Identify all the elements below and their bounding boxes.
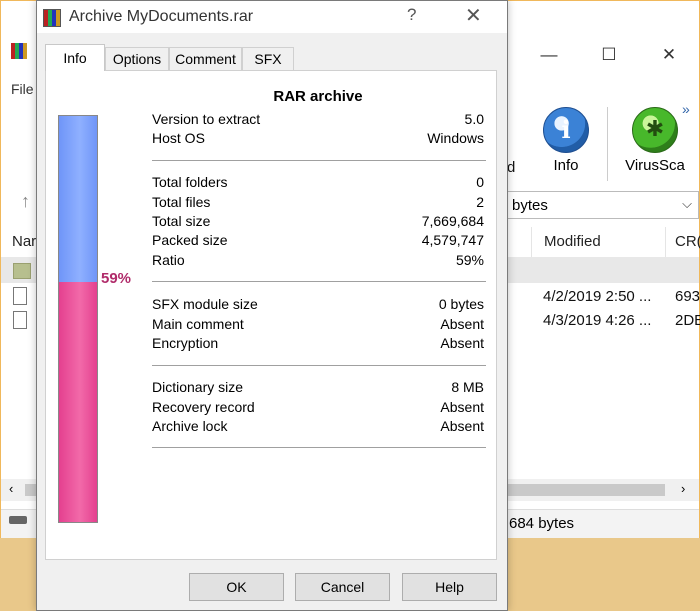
drive-icon	[9, 516, 27, 524]
uncompressed-portion	[59, 116, 97, 282]
close-button[interactable]: ✕	[649, 41, 689, 69]
prop-ratio: Ratio 59%	[152, 252, 484, 272]
address-dropdown[interactable]: bytes ⌵	[507, 191, 699, 219]
prop-value: 0 bytes	[439, 296, 484, 312]
help-button[interactable]: Help	[402, 573, 497, 601]
minimize-button[interactable]: —	[529, 41, 569, 69]
toolbar-info-label: Info	[539, 157, 593, 174]
toolbar-virusscan-label: VirusSca	[617, 157, 693, 174]
row-1-crc[interactable]: 693	[675, 288, 700, 305]
dialog-titlebar[interactable]: Archive MyDocuments.rar ? ✕	[37, 1, 507, 33]
prop-value: 5.0	[465, 111, 484, 127]
prop-dictionary-size: Dictionary size 8 MB	[152, 379, 484, 399]
compression-ratio-bar	[58, 115, 98, 523]
prop-total-files: Total files 2	[152, 194, 484, 214]
prop-key: Recovery record	[152, 399, 255, 415]
ok-button[interactable]: OK	[189, 573, 284, 601]
prop-value: Windows	[427, 130, 484, 146]
menu-file[interactable]: File	[11, 81, 34, 97]
prop-key: Total files	[152, 194, 210, 210]
status-text: 684 bytes	[509, 515, 574, 532]
row-2-crc[interactable]: 2DE	[675, 312, 700, 329]
chevron-down-icon[interactable]: ⌵	[682, 196, 692, 212]
tab-comment[interactable]: Comment	[169, 47, 242, 70]
prop-key: Total size	[152, 213, 210, 229]
prop-key: Total folders	[152, 174, 227, 190]
scroll-right-icon[interactable]: ›	[681, 481, 685, 496]
prop-value: Absent	[440, 399, 484, 415]
prop-key: Host OS	[152, 130, 205, 146]
divider	[152, 281, 486, 282]
column-divider[interactable]	[531, 227, 532, 257]
toolbar-info-button[interactable]: i Info	[539, 107, 593, 174]
divider	[152, 365, 486, 366]
archive-info-dialog: Archive MyDocuments.rar ? ✕ Info Options…	[36, 0, 508, 611]
prop-host-os: Host OS Windows	[152, 130, 484, 150]
prop-value: 59%	[456, 252, 484, 268]
divider	[152, 160, 486, 161]
toolbar-partial-label[interactable]: d	[507, 159, 515, 176]
scroll-left-icon[interactable]: ‹	[9, 481, 13, 496]
prop-value: 4,579,747	[422, 232, 484, 248]
file-icon	[13, 287, 27, 305]
toolbar-separator	[607, 107, 608, 181]
column-divider[interactable]	[665, 227, 666, 257]
prop-key: Archive lock	[152, 418, 227, 434]
dialog-title: Archive MyDocuments.rar	[69, 8, 253, 26]
cancel-button[interactable]: Cancel	[295, 573, 390, 601]
file-icon	[13, 311, 27, 329]
prop-value: Absent	[440, 335, 484, 351]
info-icon: i	[543, 107, 589, 153]
prop-key: Encryption	[152, 335, 218, 351]
address-text: bytes	[512, 197, 548, 214]
column-header-name[interactable]: Nar	[12, 233, 36, 250]
prop-key: Version to extract	[152, 111, 260, 127]
prop-value: Absent	[440, 418, 484, 434]
prop-value: 2	[476, 194, 484, 210]
prop-version: Version to extract 5.0	[152, 111, 484, 131]
winrar-app-icon	[43, 9, 61, 27]
help-icon[interactable]: ?	[407, 5, 416, 25]
prop-recovery-record: Recovery record Absent	[152, 399, 484, 419]
prop-value: 7,669,684	[422, 213, 484, 229]
prop-sfx-module-size: SFX module size 0 bytes	[152, 296, 484, 316]
tab-options[interactable]: Options	[105, 47, 169, 70]
prop-value: Absent	[440, 316, 484, 332]
row-1-modified[interactable]: 4/2/2019 2:50 ...	[543, 288, 651, 305]
prop-key: Main comment	[152, 316, 244, 332]
tab-info[interactable]: Info	[45, 44, 105, 71]
column-header-crc[interactable]: CR(	[675, 233, 700, 250]
toolbar-virusscan-button[interactable]: ✱ VirusSca	[617, 107, 693, 174]
prop-key: Dictionary size	[152, 379, 243, 395]
prop-encryption: Encryption Absent	[152, 335, 484, 355]
prop-key: SFX module size	[152, 296, 258, 312]
prop-packed-size: Packed size 4,579,747	[152, 232, 484, 252]
prop-value: 0	[476, 174, 484, 190]
prop-total-folders: Total folders 0	[152, 174, 484, 194]
folder-icon	[13, 263, 31, 279]
maximize-button[interactable]: ☐	[589, 41, 629, 69]
prop-key: Packed size	[152, 232, 227, 248]
close-icon[interactable]: ✕	[465, 3, 482, 28]
archive-type-heading: RAR archive	[152, 88, 484, 105]
info-panel: 59% RAR archive Version to extract 5.0 Ho…	[45, 70, 497, 560]
bug-icon: ✱	[632, 107, 678, 153]
tab-sfx[interactable]: SFX	[242, 47, 294, 70]
column-header-modified[interactable]: Modified	[544, 233, 601, 250]
prop-main-comment: Main comment Absent	[152, 316, 484, 336]
compressed-portion	[59, 282, 97, 522]
prop-archive-lock: Archive lock Absent	[152, 418, 484, 438]
winrar-app-icon	[11, 43, 27, 59]
prop-total-size: Total size 7,669,684	[152, 213, 484, 233]
up-arrow-icon[interactable]: ↑	[21, 191, 30, 212]
prop-key: Ratio	[152, 252, 185, 268]
toolbar-more-chevron-icon[interactable]: »	[682, 101, 690, 117]
ratio-percent-label: 59%	[101, 270, 131, 287]
prop-value: 8 MB	[451, 379, 484, 395]
row-2-modified[interactable]: 4/3/2019 4:26 ...	[543, 312, 651, 329]
divider	[152, 447, 486, 448]
